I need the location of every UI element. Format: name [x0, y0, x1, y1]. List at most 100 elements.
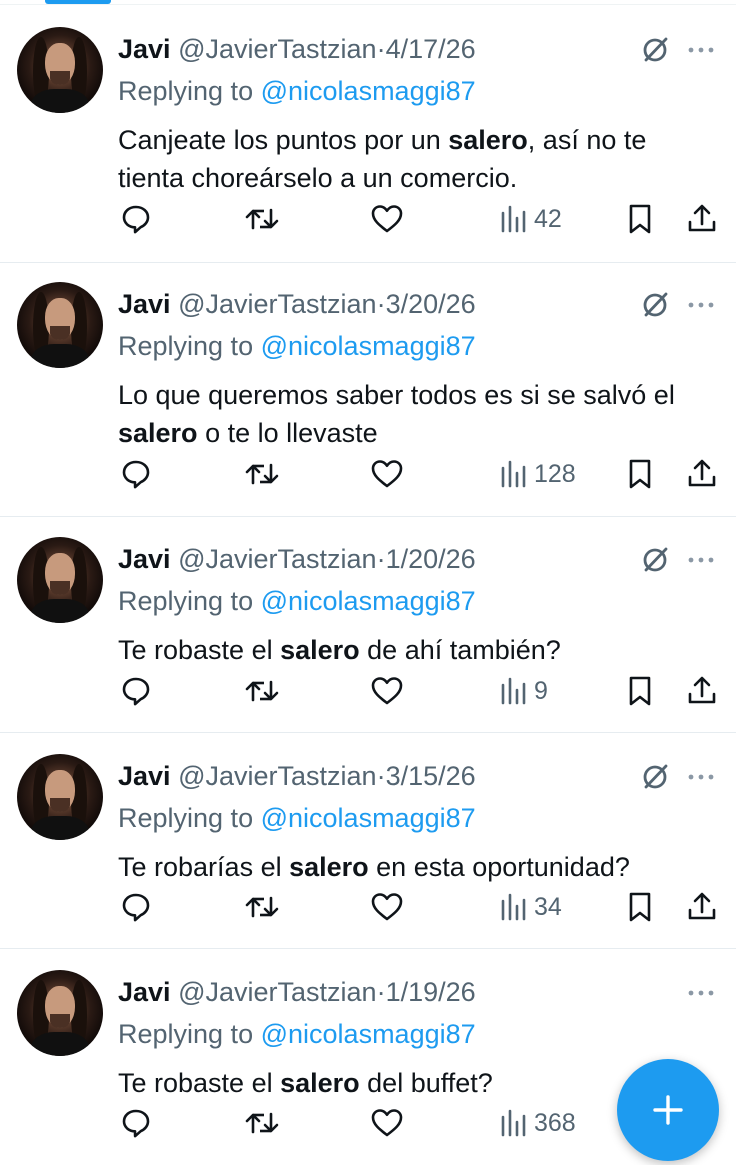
views-button[interactable]: 128: [500, 454, 576, 494]
no-entry-icon[interactable]: [640, 762, 670, 792]
share-icon: [688, 459, 716, 487]
views-button[interactable]: 9: [500, 671, 548, 711]
divider: [0, 262, 736, 263]
no-entry-icon[interactable]: [640, 545, 670, 575]
reply-mention[interactable]: @nicolasmaggi87: [261, 803, 476, 833]
share-icon: [688, 676, 716, 704]
reply-button[interactable]: [120, 887, 152, 927]
more-icon[interactable]: [686, 978, 716, 1008]
avatar[interactable]: [17, 27, 103, 113]
highlighted-keyword: salero: [118, 418, 198, 448]
reply-button[interactable]: [120, 1103, 152, 1143]
views-count: 42: [534, 204, 562, 233]
divider: [0, 4, 736, 5]
bookmark-button[interactable]: [626, 454, 654, 494]
tweet-header: Javi @JavierTastzian·3/20/26: [118, 288, 476, 320]
retweet-icon: [245, 896, 279, 918]
avatar[interactable]: [17, 282, 103, 368]
avatar[interactable]: [17, 754, 103, 840]
views-count: 128: [534, 459, 576, 488]
tweet-date[interactable]: 1/19/26: [386, 977, 476, 1007]
tweet[interactable]: Javi @JavierTastzian·4/17/26 Replying to…: [0, 27, 736, 257]
compose-button[interactable]: [617, 1059, 719, 1161]
replying-to: Replying to @nicolasmaggi87: [118, 330, 476, 362]
no-entry-icon[interactable]: [640, 290, 670, 320]
share-button[interactable]: [686, 454, 718, 494]
reply-mention[interactable]: @nicolasmaggi87: [261, 76, 476, 106]
retweet-button[interactable]: [244, 1103, 280, 1143]
views-button[interactable]: 34: [500, 887, 562, 927]
share-button[interactable]: [686, 887, 718, 927]
retweet-button[interactable]: [244, 671, 280, 711]
author-handle[interactable]: @JavierTastzian: [178, 34, 376, 64]
more-icon[interactable]: [686, 762, 716, 792]
replying-to: Replying to @nicolasmaggi87: [118, 1018, 476, 1050]
bookmark-icon: [629, 676, 651, 706]
bookmark-button[interactable]: [626, 671, 654, 711]
no-entry-icon[interactable]: [640, 35, 670, 65]
reply-button[interactable]: [120, 199, 152, 239]
highlighted-keyword: salero: [289, 852, 369, 882]
text-part: Lo que queremos saber todos es si se sal…: [118, 380, 675, 410]
retweet-button[interactable]: [244, 887, 280, 927]
bookmark-button[interactable]: [626, 199, 654, 239]
tweet-actions: 128: [0, 454, 736, 494]
tweet-text: Te robaste el salero de ahí también?: [118, 631, 718, 669]
tweet[interactable]: Javi @JavierTastzian·3/15/26 Replying to…: [0, 754, 736, 944]
avatar[interactable]: [17, 970, 103, 1056]
highlighted-keyword: salero: [280, 635, 360, 665]
reply-icon: [122, 893, 150, 922]
author-name[interactable]: Javi: [118, 761, 171, 791]
share-button[interactable]: [686, 199, 718, 239]
tweet[interactable]: Javi @JavierTastzian·3/20/26 Replying to…: [0, 282, 736, 512]
author-handle[interactable]: @JavierTastzian: [178, 544, 376, 574]
reply-icon: [122, 677, 150, 706]
like-button[interactable]: [370, 1103, 404, 1143]
reply-button[interactable]: [120, 454, 152, 494]
highlighted-keyword: salero: [448, 125, 528, 155]
like-button[interactable]: [370, 199, 404, 239]
reply-icon: [122, 1109, 150, 1138]
reply-button[interactable]: [120, 671, 152, 711]
more-icon[interactable]: [686, 545, 716, 575]
replying-to: Replying to @nicolasmaggi87: [118, 585, 476, 617]
tweet-text: Canjeate los puntos por un salero, así n…: [118, 121, 718, 197]
replying-label: Replying to: [118, 76, 254, 106]
author-handle[interactable]: @JavierTastzian: [178, 289, 376, 319]
author-name[interactable]: Javi: [118, 544, 171, 574]
views-icon: [501, 893, 526, 921]
author-name[interactable]: Javi: [118, 34, 171, 64]
reply-mention[interactable]: @nicolasmaggi87: [261, 1019, 476, 1049]
author-name[interactable]: Javi: [118, 289, 171, 319]
like-icon: [371, 205, 403, 233]
tweet[interactable]: Javi @JavierTastzian·1/20/26 Replying to…: [0, 537, 736, 727]
more-icon[interactable]: [686, 290, 716, 320]
bookmark-icon: [629, 204, 651, 234]
author-name[interactable]: Javi: [118, 977, 171, 1007]
reply-mention[interactable]: @nicolasmaggi87: [261, 586, 476, 616]
share-icon: [688, 892, 716, 920]
retweet-button[interactable]: [244, 199, 280, 239]
retweet-button[interactable]: [244, 454, 280, 494]
author-handle[interactable]: @JavierTastzian: [178, 761, 376, 791]
tweet-date[interactable]: 3/20/26: [386, 289, 476, 319]
like-button[interactable]: [370, 454, 404, 494]
tweet-date[interactable]: 1/20/26: [386, 544, 476, 574]
tweet-date[interactable]: 4/17/26: [386, 34, 476, 64]
tweet-text: Lo que queremos saber todos es si se sal…: [118, 376, 718, 452]
compose-plus-icon: [653, 1095, 683, 1125]
views-button[interactable]: 368: [500, 1103, 576, 1143]
retweet-icon: [245, 463, 279, 485]
tweet-date[interactable]: 3/15/26: [386, 761, 476, 791]
like-button[interactable]: [370, 671, 404, 711]
more-icon[interactable]: [686, 35, 716, 65]
bookmark-button[interactable]: [626, 887, 654, 927]
reply-mention[interactable]: @nicolasmaggi87: [261, 331, 476, 361]
avatar[interactable]: [17, 537, 103, 623]
tweet-actions: 34: [0, 887, 736, 927]
like-icon: [371, 460, 403, 488]
share-button[interactable]: [686, 671, 718, 711]
author-handle[interactable]: @JavierTastzian: [178, 977, 376, 1007]
like-button[interactable]: [370, 887, 404, 927]
views-button[interactable]: 42: [500, 199, 562, 239]
